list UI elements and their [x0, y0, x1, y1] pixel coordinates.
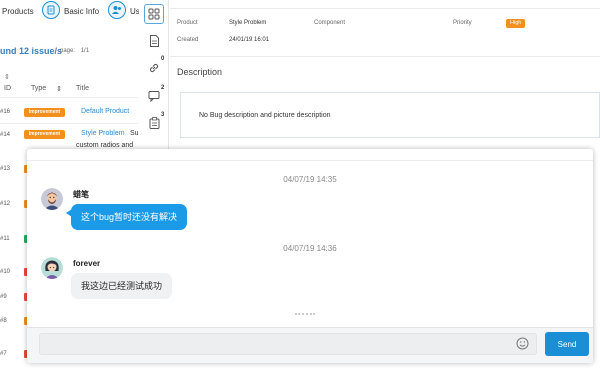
- scroll-more-indicator: [295, 313, 315, 317]
- row-id: #11: [0, 236, 10, 242]
- page-value: 1/1: [80, 48, 90, 54]
- type-badge: Improvement: [24, 130, 65, 139]
- top-nav: Products Basic Info Us: [0, 0, 140, 26]
- col-id[interactable]: ID: [4, 85, 11, 92]
- row-divider: [0, 97, 138, 98]
- row-id: #7: [0, 351, 7, 357]
- priority-badge: High: [506, 19, 526, 28]
- avatar: [41, 257, 63, 279]
- chat-dialog: 04/07/19 14:35 蜡笔 这个bug暂时还没有解决 04/07/19 …: [27, 149, 593, 363]
- document-tab-icon[interactable]: [144, 31, 164, 51]
- col-type[interactable]: Type: [31, 85, 46, 92]
- overview-tab-icon[interactable]: [144, 4, 164, 24]
- component-label: Component: [314, 20, 346, 26]
- priority-label: Priority: [453, 20, 472, 26]
- detail-tab-column: 0 2 3: [139, 0, 169, 160]
- detail-divider: [170, 56, 600, 57]
- avatar: [41, 188, 63, 210]
- col-title[interactable]: Title: [76, 85, 89, 92]
- product-value: Style Problem: [229, 20, 267, 26]
- created-value: 24/01/19 16:01: [229, 37, 270, 43]
- created-label: Created: [177, 37, 199, 43]
- send-button[interactable]: Send: [545, 332, 589, 356]
- chat-input-bar: Send: [27, 327, 593, 363]
- description-text: No Bug description and picture descripti…: [199, 112, 331, 119]
- row-id: #8: [0, 318, 7, 324]
- row-id: #9: [0, 294, 7, 300]
- task-count: 3: [161, 112, 165, 118]
- row-id: #13: [0, 166, 11, 172]
- message-sender: forever: [73, 259, 101, 268]
- description-box: No Bug description and picture descripti…: [180, 92, 600, 138]
- row-divider: [0, 123, 138, 124]
- message-input[interactable]: [39, 333, 537, 355]
- link-count: 0: [161, 56, 165, 62]
- issues-count-heading: und 12 issue/s: [0, 46, 63, 56]
- chat-header-divider: [27, 160, 593, 161]
- pagination: page: 1/1: [60, 48, 89, 54]
- comment-count: 2: [161, 85, 165, 91]
- nav-products[interactable]: Products: [2, 7, 34, 16]
- row-id: #12: [0, 201, 11, 207]
- sort-type-icon[interactable]: ⇕: [56, 85, 62, 93]
- message-timestamp: 04/07/19 14:36: [283, 244, 337, 253]
- message-bubble: 这个bug暂时还没有解决: [65, 204, 188, 230]
- message-bubble: 我这边已经测试成功: [71, 273, 173, 299]
- row-id: #10: [0, 269, 11, 275]
- type-badge: Improvement: [24, 108, 65, 117]
- detail-top-divider: [170, 8, 600, 9]
- page-label: page:: [60, 48, 76, 54]
- issue-title-link[interactable]: Style Problem: [81, 130, 125, 137]
- basic-info-icon[interactable]: [42, 1, 60, 19]
- smiley-icon[interactable]: [516, 337, 529, 350]
- users-icon[interactable]: [108, 1, 126, 19]
- row-id: #16: [0, 109, 11, 115]
- message-sender: 蜡笔: [73, 190, 89, 199]
- issue-title-link[interactable]: Default Product: [81, 108, 129, 115]
- nav-basic-info[interactable]: Basic Info: [64, 7, 99, 16]
- app-root: Products Basic Info Us und 12 issue/s pa…: [0, 0, 600, 373]
- issue-detail-panel: Product Style Problem Component Priority…: [170, 0, 600, 160]
- sort-id-icon[interactable]: ⇕: [4, 73, 10, 81]
- message-timestamp: 04/07/19 14:35: [283, 175, 337, 184]
- product-label: Product: [177, 20, 198, 26]
- description-heading: Description: [177, 67, 223, 77]
- issue-title-rest: Su: [130, 130, 139, 137]
- row-id: #14: [0, 132, 11, 138]
- issue-title-continued: custom radios and: [76, 142, 134, 149]
